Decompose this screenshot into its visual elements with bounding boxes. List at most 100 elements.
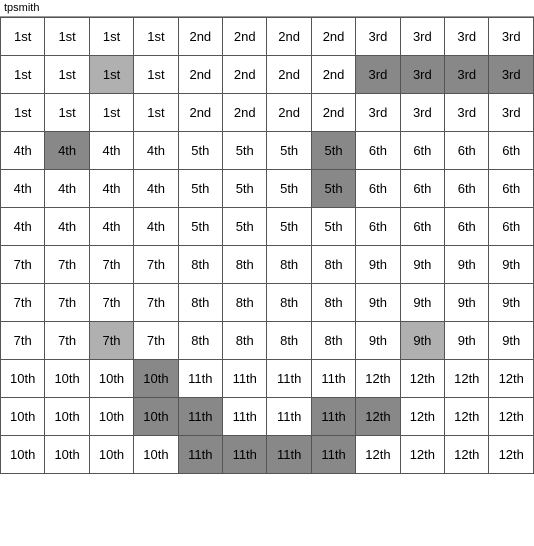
table-cell: 6th: [489, 132, 534, 170]
grid-container: 1st1st1st1st2nd2nd2nd2nd3rd3rd3rd3rd1st1…: [0, 17, 534, 474]
table-cell: 11th: [223, 360, 267, 398]
grid-table: 1st1st1st1st2nd2nd2nd2nd3rd3rd3rd3rd1st1…: [0, 17, 534, 474]
table-cell: 4th: [45, 208, 89, 246]
table-cell: 12th: [400, 360, 444, 398]
table-cell: 1st: [134, 94, 178, 132]
table-row: 4th4th4th4th5th5th5th5th6th6th6th6th: [1, 208, 534, 246]
table-cell: 6th: [356, 170, 400, 208]
table-row: 1st1st1st1st2nd2nd2nd2nd3rd3rd3rd3rd: [1, 18, 534, 56]
table-cell: 8th: [178, 322, 222, 360]
table-cell: 7th: [45, 284, 89, 322]
table-cell: 5th: [178, 170, 222, 208]
table-row: 10th10th10th10th11th11th11th11th12th12th…: [1, 398, 534, 436]
table-cell: 12th: [400, 436, 444, 474]
table-cell: 11th: [178, 398, 222, 436]
table-cell: 8th: [178, 246, 222, 284]
table-cell: 3rd: [400, 94, 444, 132]
table-cell: 8th: [311, 322, 355, 360]
table-cell: 5th: [311, 132, 355, 170]
table-cell: 5th: [267, 132, 311, 170]
table-cell: 10th: [134, 360, 178, 398]
table-cell: 1st: [1, 94, 45, 132]
table-cell: 10th: [134, 436, 178, 474]
table-cell: 11th: [223, 398, 267, 436]
table-cell: 6th: [400, 170, 444, 208]
table-cell: 5th: [267, 170, 311, 208]
table-row: 1st1st1st1st2nd2nd2nd2nd3rd3rd3rd3rd: [1, 56, 534, 94]
table-cell: 7th: [45, 246, 89, 284]
table-cell: 1st: [134, 18, 178, 56]
table-cell: 3rd: [489, 94, 534, 132]
table-cell: 7th: [1, 322, 45, 360]
table-cell: 2nd: [267, 94, 311, 132]
table-cell: 2nd: [267, 56, 311, 94]
table-row: 10th10th10th10th11th11th11th11th12th12th…: [1, 360, 534, 398]
table-cell: 10th: [89, 436, 133, 474]
table-cell: 2nd: [223, 94, 267, 132]
table-cell: 2nd: [178, 56, 222, 94]
table-cell: 7th: [89, 322, 133, 360]
table-cell: 12th: [356, 436, 400, 474]
table-cell: 9th: [400, 322, 444, 360]
table-row: 7th7th7th7th8th8th8th8th9th9th9th9th: [1, 322, 534, 360]
table-cell: 3rd: [356, 18, 400, 56]
table-cell: 6th: [489, 208, 534, 246]
table-cell: 8th: [223, 246, 267, 284]
table-cell: 3rd: [400, 56, 444, 94]
table-cell: 11th: [178, 360, 222, 398]
table-cell: 5th: [178, 132, 222, 170]
table-cell: 12th: [445, 398, 489, 436]
table-cell: 1st: [45, 18, 89, 56]
table-cell: 9th: [445, 322, 489, 360]
table-cell: 8th: [311, 284, 355, 322]
table-cell: 8th: [223, 322, 267, 360]
table-cell: 2nd: [223, 18, 267, 56]
table-cell: 3rd: [400, 18, 444, 56]
table-cell: 6th: [400, 208, 444, 246]
table-cell: 10th: [1, 398, 45, 436]
table-cell: 2nd: [267, 18, 311, 56]
table-cell: 1st: [89, 94, 133, 132]
table-cell: 2nd: [311, 94, 355, 132]
table-cell: 11th: [267, 360, 311, 398]
table-cell: 3rd: [489, 56, 534, 94]
table-cell: 2nd: [223, 56, 267, 94]
table-cell: 11th: [311, 360, 355, 398]
table-row: 10th10th10th10th11th11th11th11th12th12th…: [1, 436, 534, 474]
table-cell: 7th: [1, 284, 45, 322]
table-cell: 8th: [267, 246, 311, 284]
table-row: 1st1st1st1st2nd2nd2nd2nd3rd3rd3rd3rd: [1, 94, 534, 132]
table-cell: 2nd: [178, 18, 222, 56]
table-cell: 2nd: [311, 56, 355, 94]
table-row: 7th7th7th7th8th8th8th8th9th9th9th9th: [1, 284, 534, 322]
table-cell: 10th: [89, 360, 133, 398]
table-cell: 12th: [356, 360, 400, 398]
table-cell: 9th: [445, 246, 489, 284]
table-cell: 9th: [445, 284, 489, 322]
table-cell: 6th: [445, 208, 489, 246]
app-title: tpsmith: [4, 2, 39, 14]
table-row: 7th7th7th7th8th8th8th8th9th9th9th9th: [1, 246, 534, 284]
table-cell: 6th: [445, 170, 489, 208]
table-cell: 11th: [311, 398, 355, 436]
table-cell: 6th: [356, 208, 400, 246]
table-cell: 8th: [311, 246, 355, 284]
table-cell: 9th: [356, 322, 400, 360]
table-cell: 1st: [134, 56, 178, 94]
table-cell: 3rd: [356, 94, 400, 132]
table-cell: 12th: [489, 398, 534, 436]
table-cell: 12th: [445, 360, 489, 398]
table-cell: 4th: [134, 132, 178, 170]
table-cell: 8th: [178, 284, 222, 322]
table-cell: 9th: [489, 284, 534, 322]
table-cell: 4th: [89, 132, 133, 170]
table-cell: 2nd: [311, 18, 355, 56]
table-cell: 6th: [445, 132, 489, 170]
table-cell: 5th: [267, 208, 311, 246]
table-cell: 1st: [1, 56, 45, 94]
table-cell: 12th: [445, 436, 489, 474]
table-cell: 5th: [311, 170, 355, 208]
table-cell: 1st: [1, 18, 45, 56]
table-cell: 6th: [489, 170, 534, 208]
table-cell: 7th: [134, 246, 178, 284]
